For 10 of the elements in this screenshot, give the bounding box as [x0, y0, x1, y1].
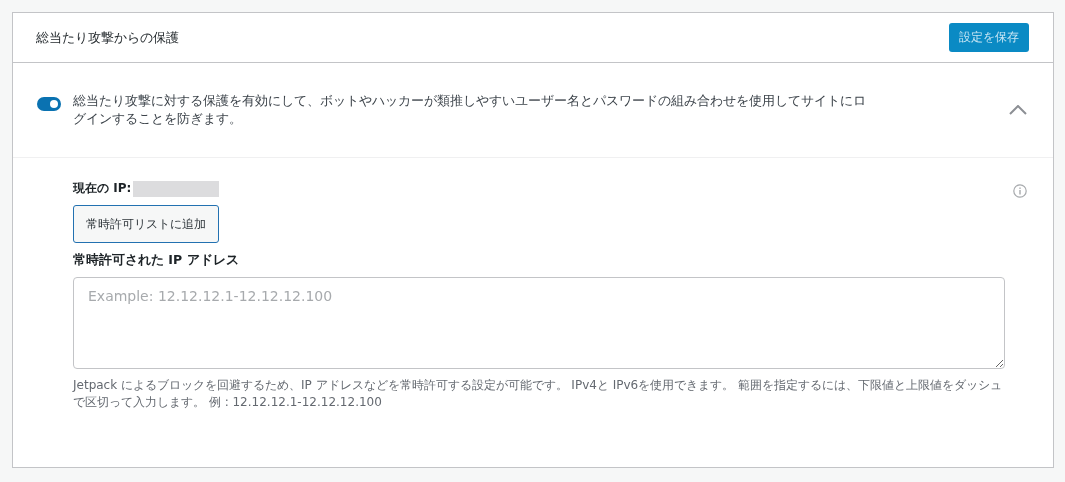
current-ip-label: 現在の IP: — [73, 180, 132, 197]
chevron-up-icon[interactable] — [1009, 105, 1027, 115]
card-title: 総当たり攻撃からの保護 — [36, 28, 179, 47]
toggle-switch[interactable] — [37, 97, 61, 111]
info-icon[interactable] — [1013, 184, 1027, 198]
allowlist-field[interactable]: Example: 12.12.12.1-12.12.12.100 — [73, 277, 1005, 369]
toggle-label: 総当たり攻撃に対する保護を有効にして、ボットやハッカーが類推しやすいユーザー名とパスワードの組み合わせを使用してサイトにログインすることを防ぎます。 — [73, 92, 867, 128]
allowlist-label: 常時許可された IP アドレス — [73, 252, 239, 269]
help-text: Jetpack によるブロックを回避するため、IP アドレスなどを常時許可する設定が可能です。 IPv4と IPv6を使用できます。 範囲を指定するには、下限値と上限値をダッシュで区切って入力します。 例 : 12.12.12.1-12.12.12.100 — [73, 377, 1003, 411]
add-to-allowlist-button[interactable]: 常時許可リストに追加 — [73, 205, 219, 243]
